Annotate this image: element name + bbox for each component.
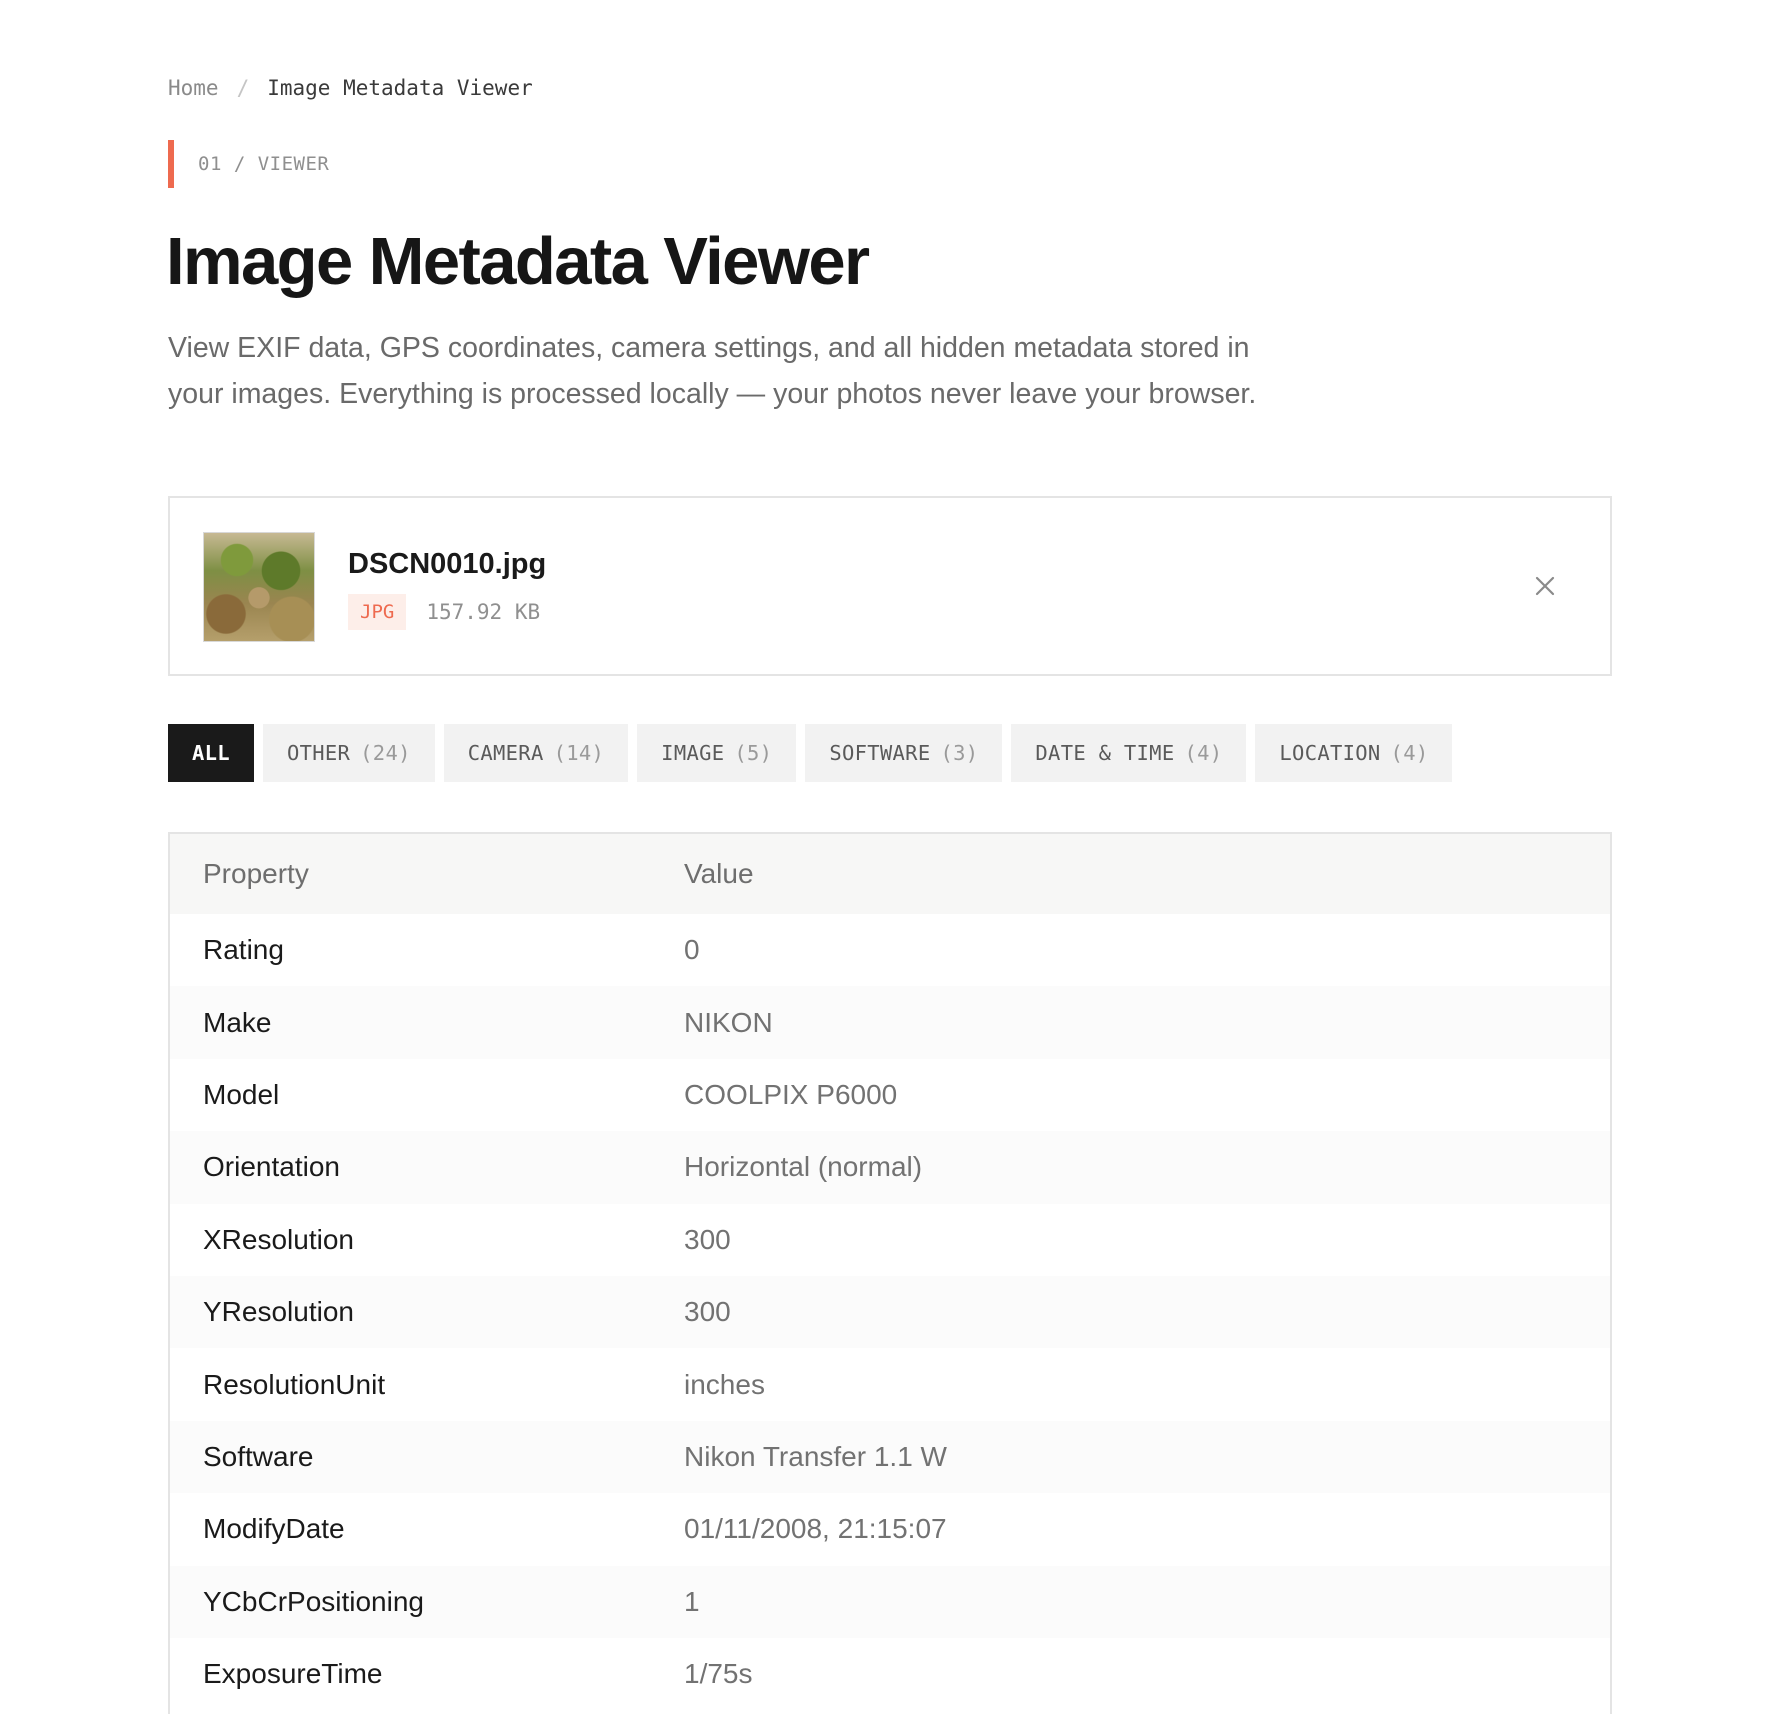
remove-file-button[interactable] — [1527, 568, 1563, 604]
file-size: 157.92 KB — [426, 600, 541, 624]
property-cell: XResolution — [203, 1223, 354, 1255]
property-cell: Make — [203, 1006, 272, 1038]
table-row: YResolution 300 — [170, 1275, 1610, 1349]
property-cell: Model — [203, 1078, 280, 1110]
property-cell: ModifyDate — [203, 1513, 345, 1545]
file-name: DSCN0010.jpg — [348, 548, 547, 580]
tab-label: CAMERA — [467, 741, 544, 765]
tab-label: DATE & TIME — [1035, 741, 1175, 765]
breadcrumb-current: Image Metadata Viewer — [267, 76, 533, 100]
tab-count: (24) — [360, 741, 411, 765]
tab-camera[interactable]: CAMERA (14) — [443, 724, 629, 782]
tab-location[interactable]: LOCATION (4) — [1255, 724, 1453, 782]
property-cell: YResolution — [203, 1296, 354, 1328]
metadata-table-container: Property Value Rating 0 Make NIKON Model… — [168, 832, 1612, 1714]
tab-count: (14) — [553, 741, 605, 765]
tab-date-time[interactable]: DATE & TIME (4) — [1011, 724, 1247, 782]
tab-all[interactable]: ALL — [168, 724, 254, 782]
tab-label: OTHER — [286, 741, 351, 765]
property-cell: ResolutionUnit — [203, 1368, 386, 1400]
table-row: ResolutionUnit inches — [170, 1348, 1610, 1420]
tab-label: LOCATION — [1279, 741, 1381, 765]
breadcrumb: Home / Image Metadata Viewer — [168, 76, 533, 100]
property-cell: Orientation — [203, 1151, 340, 1183]
value-cell: 1/75s — [684, 1658, 753, 1690]
table-row: XResolution 300 — [170, 1204, 1610, 1276]
tab-label: SOFTWARE — [829, 741, 931, 765]
value-cell: 01/11/2008, 21:15:07 — [684, 1513, 947, 1545]
table-row: Model COOLPIX P6000 — [170, 1059, 1610, 1131]
column-header-value: Value — [684, 858, 754, 889]
tab-count: (5) — [734, 741, 773, 765]
table-row: YCbCrPositioning 1 — [170, 1565, 1610, 1638]
file-card: DSCN0010.jpg JPG 157.92 KB — [168, 496, 1612, 676]
metadata-table: Property Value Rating 0 Make NIKON Model… — [170, 834, 1610, 1710]
table-header-row: Property Value — [170, 834, 1610, 914]
property-cell: Software — [203, 1440, 314, 1472]
value-cell: 300 — [684, 1223, 731, 1255]
property-cell: YCbCrPositioning — [203, 1585, 424, 1617]
value-cell: 1 — [684, 1585, 700, 1617]
property-cell: Rating — [203, 934, 284, 966]
tab-other[interactable]: OTHER (24) — [262, 724, 435, 782]
file-meta: JPG 157.92 KB — [348, 594, 540, 630]
table-row: Rating 0 — [170, 914, 1610, 986]
breadcrumb-separator: / — [236, 76, 250, 100]
page-title: Image Metadata Viewer — [166, 224, 870, 299]
section-eyebrow: 01 / VIEWER — [168, 140, 329, 188]
table-row: Software Nikon Transfer 1.1 W — [170, 1420, 1610, 1494]
value-cell: NIKON — [684, 1006, 773, 1038]
tab-label: IMAGE — [661, 741, 725, 765]
tab-image[interactable]: IMAGE (5) — [637, 724, 797, 782]
value-cell: inches — [684, 1368, 765, 1400]
category-tabs: ALL OTHER (24) CAMERA (14) IMAGE (5) SOFTWA… — [168, 724, 1453, 782]
table-row: Make NIKON — [170, 986, 1610, 1059]
table-row: Orientation Horizontal (normal) — [170, 1131, 1610, 1204]
tab-count: (3) — [940, 741, 979, 765]
value-cell: COOLPIX P6000 — [684, 1078, 898, 1110]
tab-label: ALL — [192, 741, 230, 765]
tab-count: (4) — [1184, 741, 1223, 765]
breadcrumb-home-link[interactable]: Home — [168, 76, 219, 100]
value-cell: 0 — [684, 934, 700, 966]
property-cell: ExposureTime — [203, 1658, 383, 1690]
tab-software[interactable]: SOFTWARE (3) — [805, 724, 1003, 782]
column-header-property: Property — [203, 858, 309, 889]
page: Home / Image Metadata Viewer 01 / VIEWER… — [0, 0, 1784, 1714]
value-cell: Horizontal (normal) — [684, 1151, 923, 1183]
page-description: View EXIF data, GPS coordinates, camera … — [168, 332, 1257, 410]
file-type-badge: JPG — [348, 594, 407, 630]
close-icon — [1535, 576, 1555, 596]
tab-count: (4) — [1390, 741, 1429, 765]
table-row: ExposureTime 1/75s — [170, 1638, 1610, 1710]
table-row: ModifyDate 01/11/2008, 21:15:07 — [170, 1493, 1610, 1565]
value-cell: Nikon Transfer 1.1 W — [684, 1440, 947, 1472]
value-cell: 300 — [684, 1296, 731, 1328]
image-thumbnail — [203, 532, 315, 642]
